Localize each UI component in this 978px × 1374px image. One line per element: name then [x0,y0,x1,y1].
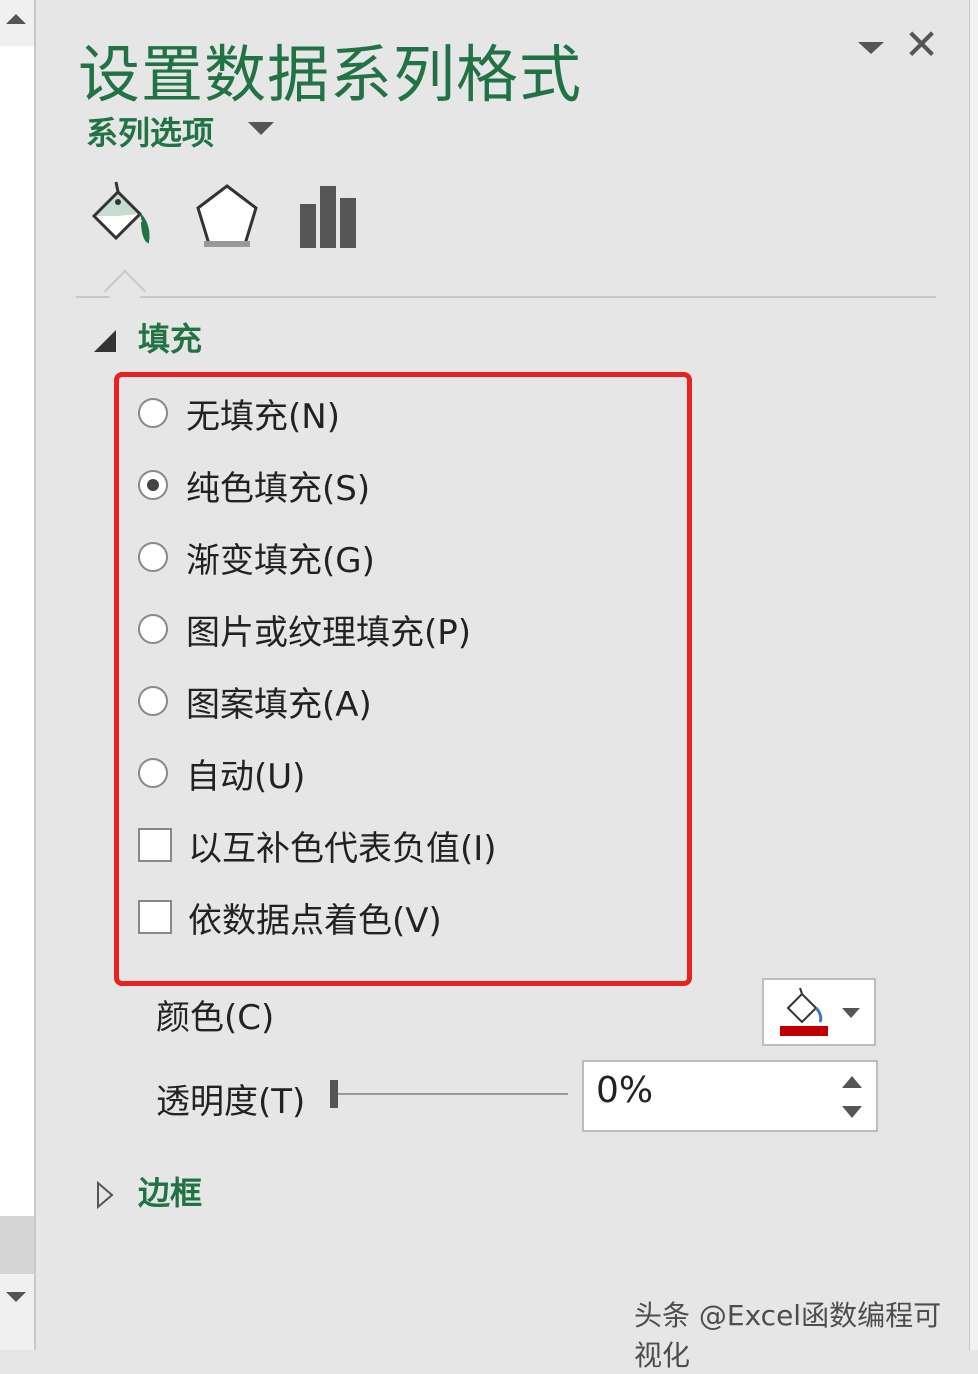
transparency-slider-track[interactable] [338,1093,568,1095]
format-series-pane: 设置数据系列格式 ✕ 系列选项 填充 无填充(N) 纯色填充(S) 渐变填充(G… [38,0,968,1372]
radio-button[interactable] [138,758,168,788]
watermark: 头条 @Excel函数编程可视化 [634,1299,942,1372]
radio-button[interactable] [138,398,168,428]
tab-divider [76,296,936,298]
checkbox-vary-colors-by-point[interactable]: 依数据点着色(V) [138,892,442,942]
pane-title: 设置数据系列格式 [78,38,583,111]
series-options-dropdown-label[interactable]: 系列选项 [86,108,214,154]
tab-effects[interactable] [192,180,262,252]
scroll-down-arrow-icon[interactable] [6,1292,26,1302]
radio-button[interactable] [138,542,168,572]
radio-button-selected[interactable] [138,470,168,500]
radio-picture-texture-fill[interactable]: 图片或纹理填充(P) [138,604,471,654]
expand-triangle-icon [97,1180,114,1210]
radio-no-fill[interactable]: 无填充(N) [138,388,340,438]
scroll-up-arrow-icon[interactable] [6,14,26,24]
series-options-chevron-down-icon[interactable] [248,122,274,135]
paint-bucket-icon [91,181,150,244]
checkbox-invert-if-negative[interactable]: 以互补色代表负值(I) [138,820,497,870]
border-section-header[interactable]: 边框 [94,1168,202,1214]
transparency-spinbox[interactable]: 0% [582,1060,878,1132]
transparency-slider-handle[interactable] [330,1080,338,1108]
close-icon[interactable]: ✕ [904,24,939,66]
radio-label: 渐变填充(G) [186,540,375,581]
radio-solid-fill[interactable]: 纯色填充(S) [138,460,370,510]
worksheet-edge [969,0,978,1350]
scrollbar-thumb[interactable] [0,1216,34,1274]
bar-chart-icon [300,186,356,248]
radio-gradient-fill[interactable]: 渐变填充(G) [138,532,375,582]
radio-label: 纯色填充(S) [186,468,371,509]
color-label: 颜色(C) [156,998,275,1038]
fill-section-header[interactable]: 填充 [94,314,202,360]
left-scrollbar[interactable] [0,0,36,1350]
fill-section-title: 填充 [138,320,203,358]
paint-bucket-color-icon [780,987,860,1036]
radio-label: 无填充(N) [186,396,340,437]
pentagon-icon [196,184,258,247]
checkbox[interactable] [138,828,172,862]
checkbox-label: 以互补色代表负值(I) [188,828,497,869]
collapse-triangle-icon [94,330,116,352]
radio-label: 自动(U) [186,756,306,797]
spin-down-arrow-icon[interactable] [842,1106,862,1118]
active-tab-indicator [103,269,147,313]
radio-button[interactable] [138,686,168,716]
pane-options-chevron-down-icon[interactable] [858,42,884,54]
radio-button[interactable] [138,614,168,644]
radio-label: 图案填充(A) [186,684,372,725]
transparency-label: 透明度(T) [156,1082,306,1122]
checkbox[interactable] [138,900,172,934]
transparency-value[interactable]: 0% [596,1070,653,1111]
spin-up-arrow-icon[interactable] [842,1076,862,1088]
tab-fill-line[interactable] [88,180,158,252]
radio-pattern-fill[interactable]: 图案填充(A) [138,676,372,726]
tab-series-options[interactable] [296,180,366,252]
color-picker-button[interactable] [762,978,876,1046]
checkbox-label: 依数据点着色(V) [188,900,442,941]
scrollbar-track[interactable] [0,46,34,1216]
radio-label: 图片或纹理填充(P) [186,612,472,653]
border-section-title: 边框 [138,1174,203,1212]
radio-automatic[interactable]: 自动(U) [138,748,305,798]
